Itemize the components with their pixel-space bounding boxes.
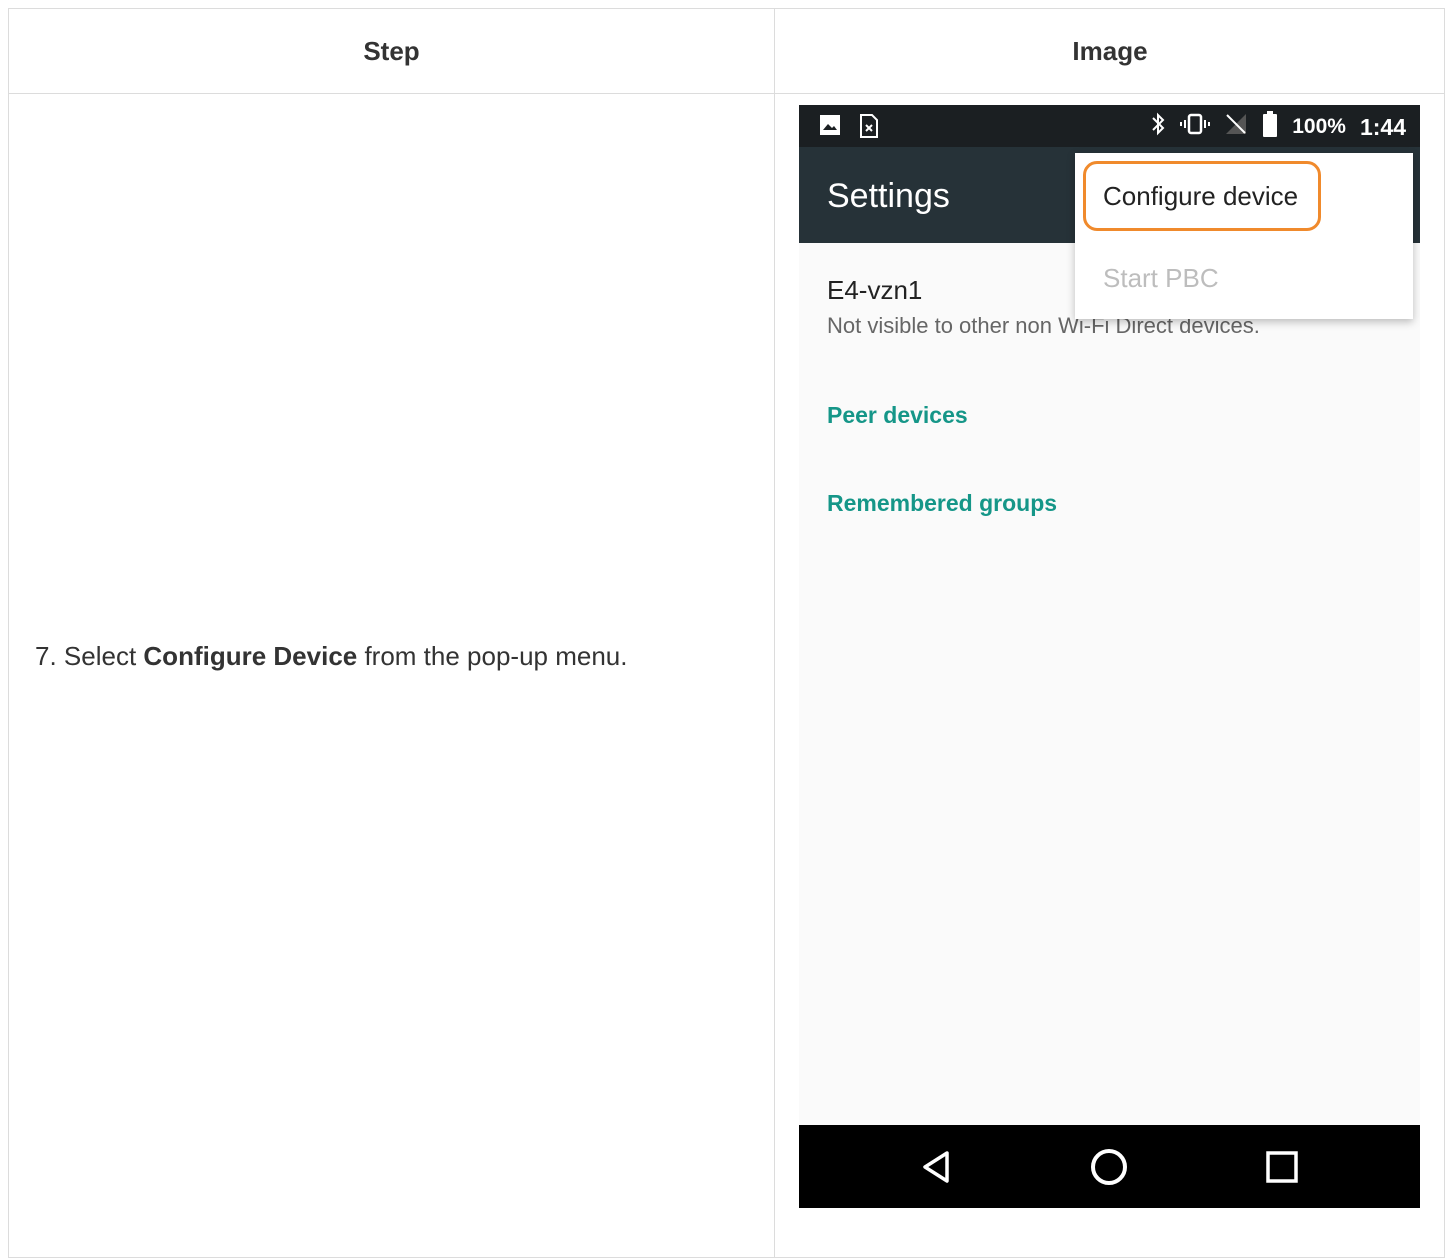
status-bar: 100% 1:44 [799,105,1420,147]
column-divider [774,9,775,1257]
navigation-bar [799,1125,1420,1208]
remembered-groups-header: Remembered groups [827,490,1058,516]
recents-icon[interactable] [1262,1147,1302,1187]
header-step: Step [363,35,420,66]
popup-menu: Configure device Start PBC [1075,153,1413,319]
home-icon[interactable] [1089,1147,1129,1187]
device-name[interactable]: E4-vzn1 [827,275,922,306]
menu-item-configure-device[interactable]: Configure device [1103,181,1298,212]
no-signal-icon [1224,112,1248,142]
sim-card-icon [859,114,879,143]
menu-item-start-pbc[interactable]: Start PBC [1103,263,1219,294]
step-instruction: 7. Select Configure Device from the pop-… [35,641,628,672]
step-prefix: 7. Select [35,641,144,671]
battery-percent: 100% [1292,115,1346,138]
header-image: Image [1072,35,1148,66]
phone-screenshot: 100% 1:44 Settings E4-vzn1 Not visible t… [799,105,1420,1208]
battery-icon [1262,111,1278,143]
peer-devices-header: Peer devices [827,402,968,428]
back-icon[interactable] [917,1147,957,1187]
vibrate-icon [1180,112,1211,142]
gallery-icon [819,114,841,143]
page-title: Settings [827,177,950,215]
step-suffix: from the pop-up menu. [357,641,628,671]
clock: 1:44 [1359,113,1406,140]
row-divider [9,93,1444,94]
step-bold-term: Configure Device [143,641,358,671]
bluetooth-icon [1150,112,1166,142]
